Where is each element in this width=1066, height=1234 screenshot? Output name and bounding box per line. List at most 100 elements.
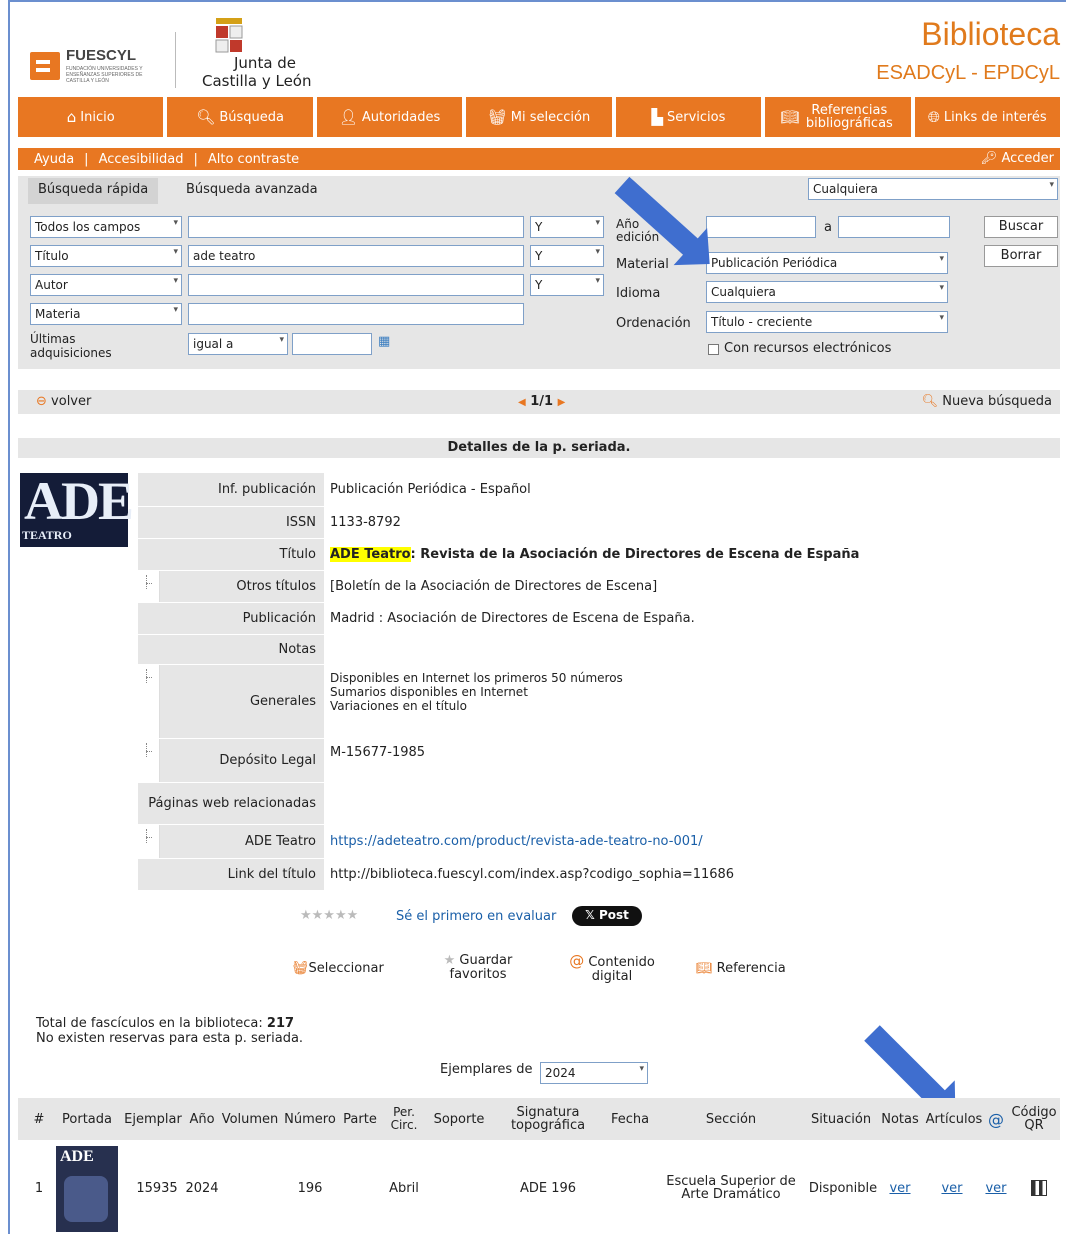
page-frame: FUESCYL FUNDACIÓN UNIVERSIDADES Y ENSEÑA… (8, 0, 1066, 1234)
search-input-1[interactable] (188, 216, 524, 238)
operator-select-2[interactable]: Y ▾ (530, 245, 604, 267)
prev-page-icon[interactable]: ◀ (518, 397, 526, 408)
contenido-digital-button[interactable]: @ Contenido digital (562, 954, 662, 984)
search-input-3[interactable] (188, 274, 524, 296)
cell-ejemplar: 15935 (136, 1180, 178, 1196)
notas-ver-link[interactable]: ver (889, 1182, 910, 1195)
recursos-electronicos-checkbox[interactable] (708, 344, 719, 355)
borrar-button[interactable]: Borrar (984, 245, 1058, 267)
operator-value: Y (535, 249, 543, 263)
referencia-label: Referencia (716, 961, 786, 976)
detail-row: Inf. publicación Publicación Periódica -… (138, 473, 1060, 507)
nav-mi-seleccion[interactable]: 🧺︎ Mi selección (466, 97, 612, 137)
cell-ano: 2024 (185, 1180, 219, 1196)
col-header: Volumen (221, 1111, 279, 1127)
detail-row: Generales Disponibles en Internet los pr… (138, 665, 1060, 739)
buscar-button[interactable]: Buscar (984, 216, 1058, 238)
ejemplares-year-select[interactable]: 2024 ▾ (540, 1062, 648, 1084)
calendar-icon[interactable]: ▦ (378, 334, 390, 349)
ultimas-operator-value: igual a (193, 337, 234, 351)
acceder-link[interactable]: 🔑︎ Acceder (981, 151, 1054, 166)
rating-stars-icon[interactable]: ★★★★★ (300, 908, 358, 923)
nav-busqueda[interactable]: 🔍︎ Búsqueda (167, 97, 313, 137)
guardar-favoritos-button[interactable]: ★ Guardar favoritos (438, 954, 518, 982)
ayuda-link[interactable]: Ayuda (34, 152, 74, 167)
scope-value: Cualquiera (813, 182, 878, 196)
field-select-1[interactable]: Todos los campos ▾ (30, 216, 182, 238)
ano-from-input[interactable] (706, 216, 816, 238)
nav-servicios[interactable]: ▙ Servicios (615, 97, 762, 137)
detail-value: M-15677-1985 (324, 739, 1060, 782)
field-select-2[interactable]: Título ▾ (30, 245, 182, 267)
material-select[interactable]: Publicación Periódica ▾ (706, 252, 948, 274)
volver-label: volver (51, 394, 92, 409)
thumb-title: ADE (60, 1148, 94, 1165)
nav-label: Inicio (80, 109, 115, 125)
cell-seccion: Escuela Superior de Arte Dramático (666, 1174, 796, 1202)
generales-line: Variaciones en el título (330, 699, 467, 713)
header-divider (175, 32, 176, 88)
ordenacion-select[interactable]: Título - creciente ▾ (706, 311, 948, 333)
fuescyl-logo-icon[interactable] (30, 52, 60, 80)
nueva-busqueda-link[interactable]: 🔍︎ Nueva búsqueda (922, 394, 1052, 409)
ultimas-operator-select[interactable]: igual a ▾ (188, 333, 288, 355)
alto-contraste-link[interactable]: Alto contraste (208, 152, 299, 167)
search-icon: 🔍︎ (196, 107, 216, 126)
ano-to-input[interactable] (838, 216, 950, 238)
cell-fecha-mes: Abril (389, 1180, 419, 1196)
ade-teatro-link[interactable]: https://adeteatro.com/product/revista-ad… (330, 834, 703, 849)
chevron-down-icon: ▾ (939, 313, 944, 323)
referencia-button[interactable]: 📖︎ Referencia (696, 962, 786, 976)
next-page-icon[interactable]: ▶ (558, 397, 566, 408)
evaluar-link[interactable]: Sé el primero en evaluar (396, 909, 556, 924)
articulos-ver-link[interactable]: ver (941, 1182, 962, 1195)
nav-label: Links de interés (943, 109, 1047, 125)
nav-inicio[interactable]: ⌂ Inicio (18, 97, 164, 137)
x-post-button[interactable]: 𝕏 Post (572, 906, 642, 926)
volver-link[interactable]: ⊖ volver (36, 394, 91, 409)
nav-label: Búsqueda (219, 109, 284, 125)
col-header: Situación (810, 1111, 872, 1127)
pagination: ◀ 1/1 ▶ (518, 394, 565, 409)
issue-cover-thumbnail[interactable]: ADE (56, 1146, 118, 1232)
ano-range-separator: a (824, 220, 832, 235)
at-icon: @ (988, 1109, 1004, 1129)
book-icon: 📖︎ (780, 107, 800, 126)
tab-busqueda-avanzada[interactable]: Búsqueda avanzada (176, 178, 328, 204)
search-input-2[interactable]: ade teatro (188, 245, 524, 267)
accesibilidad-link[interactable]: Accesibilidad (99, 152, 184, 167)
nav-label: Referencias bibliográficas (805, 103, 893, 131)
digital-ver-link[interactable]: ver (985, 1182, 1006, 1195)
nav-autoridades[interactable]: 👤︎ Autoridades (316, 97, 463, 137)
cell-signatura: ADE 196 (519, 1180, 577, 1196)
reservas-text: No existen reservas para esta p. seriada… (36, 1031, 304, 1046)
tab-busqueda-rapida[interactable]: Búsqueda rápida (28, 178, 159, 204)
detail-row: Publicación Madrid : Asociación de Direc… (138, 603, 1060, 635)
tree-branch-icon (138, 739, 160, 782)
detail-row: ADE Teatro https://adeteatro.com/product… (138, 825, 1060, 859)
scope-select[interactable]: Cualquiera ▾ (808, 178, 1058, 200)
cell-notas: ver (880, 1140, 920, 1234)
table-row: 1 ADE 15935 2024 196 Abril ADE 196 Escue… (18, 1140, 1060, 1234)
field-select-value: Materia (35, 307, 81, 321)
seleccionar-button[interactable]: 🧺︎Seleccionar (292, 962, 384, 976)
thumb-figure (64, 1176, 108, 1222)
nav-referencias[interactable]: 📖︎ Referencias bibliográficas (765, 97, 911, 137)
ultimas-date-input[interactable] (292, 333, 372, 355)
detail-label: Título (138, 539, 324, 570)
search-input-4[interactable] (188, 303, 524, 325)
operator-value: Y (535, 278, 543, 292)
site-subtitle: ESADCyL - EPDCyL (876, 62, 1060, 84)
ordenacion-value: Título - creciente (711, 315, 813, 329)
field-select-4[interactable]: Materia ▾ (30, 303, 182, 325)
tree-branch-icon (138, 825, 160, 858)
detail-value: Madrid : Asociación de Directores de Esc… (324, 603, 1060, 634)
separator: | (84, 151, 89, 167)
operator-select-1[interactable]: Y ▾ (530, 216, 604, 238)
qr-code-icon[interactable] (1031, 1180, 1047, 1196)
nav-links[interactable]: 🌐︎ Links de interés (914, 97, 1060, 137)
operator-select-3[interactable]: Y ▾ (530, 274, 604, 296)
idioma-select[interactable]: Cualquiera ▾ (706, 281, 948, 303)
fuescyl-logo-text[interactable]: FUESCYL (66, 47, 136, 64)
field-select-3[interactable]: Autor ▾ (30, 274, 182, 296)
